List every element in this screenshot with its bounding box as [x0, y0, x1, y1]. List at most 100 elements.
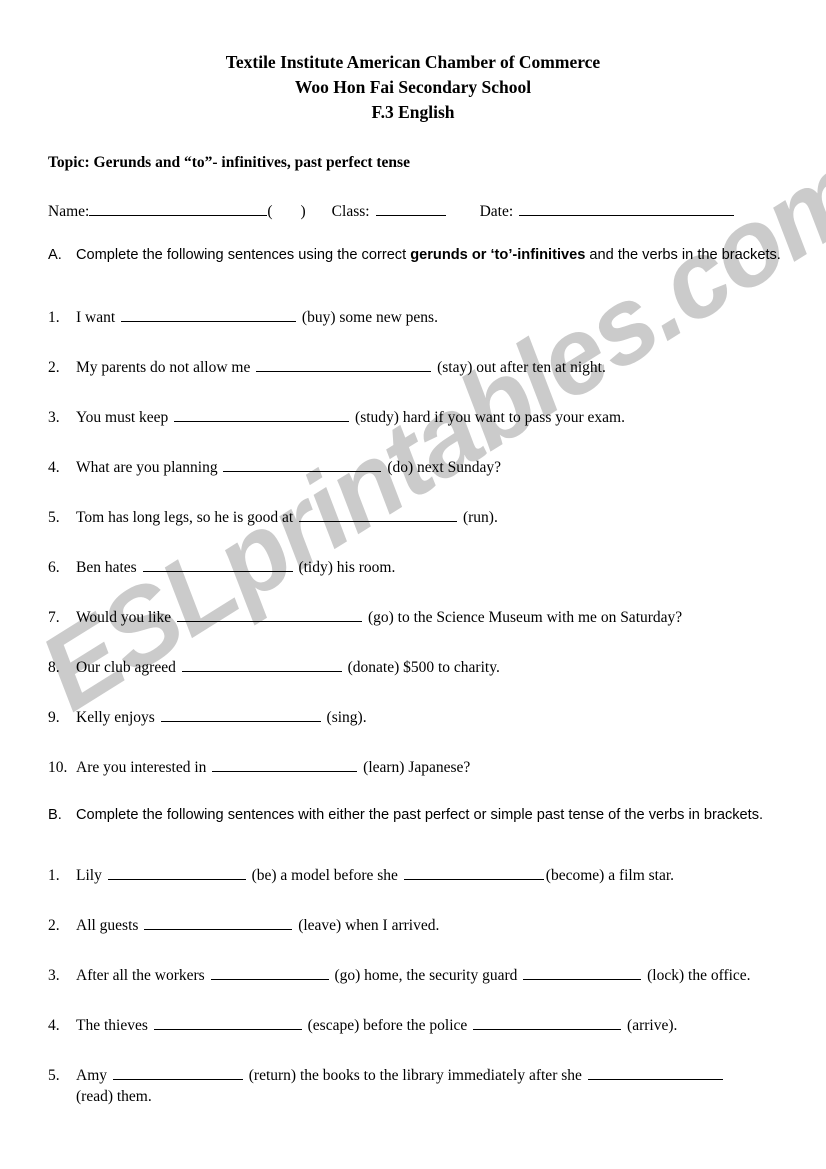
question-text-before-blank: Ben hates: [76, 559, 141, 576]
question-number: 6.: [48, 559, 60, 576]
answer-blank-2[interactable]: [473, 1015, 622, 1030]
question-text-before-blank: Our club agreed: [76, 659, 180, 676]
question-text-before-blank: Would you like: [76, 609, 176, 626]
answer-blank-1[interactable]: [299, 507, 458, 522]
question-number: 5.: [48, 1067, 60, 1084]
question-text-between-blanks: (be) a model before she: [247, 867, 402, 884]
section-marker: B.: [48, 807, 62, 823]
question-text-after-blank: (become) a film star.: [545, 867, 675, 884]
worksheet-content: Textile Institute American Chamber of Co…: [0, 0, 826, 1169]
answer-blank-1[interactable]: [160, 707, 321, 722]
answer-blank-1[interactable]: [212, 757, 358, 772]
question-item: 6. Ben hates (tidy) his room.: [48, 557, 790, 607]
answer-blank-2[interactable]: [403, 865, 544, 880]
question-text-between-blanks: (go) home, the security guard: [330, 967, 522, 984]
instruction-text-part-2: and the verbs in the brackets.: [585, 247, 781, 263]
section-a-instruction: A. Complete the following sentences using…: [48, 246, 788, 266]
question-text: Amy (return) the books to the library im…: [76, 1065, 790, 1107]
question-item: 8. Our club agreed (donate) $500 to chari…: [48, 657, 790, 707]
class-input-blank[interactable]: [375, 201, 446, 216]
question-text-after-blank: (tidy) his room.: [294, 559, 396, 576]
answer-blank-1[interactable]: [121, 307, 297, 322]
question-text-before-blank: What are you planning: [76, 459, 222, 476]
answer-blank-1[interactable]: [107, 865, 246, 880]
question-item: 4. The thieves (escape) before the police…: [48, 1015, 790, 1065]
section-instruction-text: Complete the following sentences with ei…: [76, 806, 788, 826]
question-text-before-blank: My parents do not allow me: [76, 359, 255, 376]
question-list: 1. I want (buy) some new pens. 2. My parent…: [48, 307, 790, 807]
question-text-before-blank: Tom has long legs, so he is good at: [76, 509, 298, 526]
question-text-before-blank: Amy: [76, 1067, 111, 1084]
question-number: 4.: [48, 1017, 60, 1034]
question-text-between-blanks: (return) the books to the library immedi…: [244, 1067, 586, 1084]
question-list: 1. Lily (be) a model before she (become) …: [48, 865, 790, 1115]
answer-blank-1[interactable]: [223, 457, 382, 472]
section-b-instruction: B. Complete the following sentences with …: [48, 806, 788, 826]
answer-blank-1[interactable]: [177, 607, 363, 622]
name-label: Name:: [48, 203, 90, 220]
question-number: 9.: [48, 709, 60, 726]
answer-blank-1[interactable]: [153, 1015, 302, 1030]
answer-blank-1[interactable]: [210, 965, 329, 980]
question-item: 10. Are you interested in (learn) Japanes…: [48, 757, 790, 807]
question-item: 9. Kelly enjoys (sing).: [48, 707, 790, 757]
date-input-blank[interactable]: [519, 201, 735, 216]
question-text: What are you planning (do) next Sunday?: [76, 457, 790, 478]
question-text-before-blank: Kelly enjoys: [76, 709, 159, 726]
instruction-text-part-1: Complete the following sentences with ei…: [76, 807, 764, 823]
section-instruction-text: Complete the following sentences using t…: [76, 246, 788, 266]
question-text: Would you like (go) to the Science Museu…: [76, 607, 790, 628]
question-item: 3. After all the workers (go) home, the s…: [48, 965, 790, 1015]
question-item: 7. Would you like (go) to the Science Mus…: [48, 607, 790, 657]
question-number: 10.: [48, 759, 68, 776]
question-text-before-blank: You must keep: [76, 409, 173, 426]
question-number: 7.: [48, 609, 60, 626]
question-text-after-blank: (study) hard if you want to pass your ex…: [351, 409, 625, 426]
answer-blank-1[interactable]: [142, 557, 293, 572]
question-text: My parents do not allow me (stay) out af…: [76, 357, 790, 378]
answer-blank-2[interactable]: [587, 1065, 723, 1080]
question-text-before-blank: I want: [76, 309, 120, 326]
answer-blank-1[interactable]: [144, 915, 293, 930]
instruction-text-part-1: Complete the following sentences using t…: [76, 247, 411, 263]
question-item: 4. What are you planning (do) next Sunday…: [48, 457, 790, 507]
question-text: After all the workers (go) home, the sec…: [76, 965, 790, 986]
name-input-blank[interactable]: [89, 201, 268, 216]
question-text: I want (buy) some new pens.: [76, 307, 790, 328]
name-open-paren: (: [267, 203, 273, 220]
question-number: 1.: [48, 867, 60, 884]
answer-blank-2[interactable]: [523, 965, 642, 980]
question-text-after-blank: (do) next Sunday?: [383, 459, 501, 476]
question-item: 1. Lily (be) a model before she (become) …: [48, 865, 790, 915]
topic-line: Topic: Gerunds and “to”- infinitives, pa…: [48, 154, 410, 171]
answer-blank-1[interactable]: [112, 1065, 243, 1080]
question-text-after-blank: (go) to the Science Museum with me on Sa…: [364, 609, 683, 626]
question-number: 2.: [48, 917, 60, 934]
question-text-after-blank: (stay) out after ten at night.: [433, 359, 606, 376]
date-label: Date:: [479, 203, 514, 220]
name-close-paren: ): [300, 203, 306, 220]
question-text: Tom has long legs, so he is good at (run…: [76, 507, 790, 528]
school-organization-title: Textile Institute American Chamber of Co…: [225, 52, 601, 72]
question-item: 5. Tom has long legs, so he is good at (r…: [48, 507, 790, 557]
question-text: All guests (leave) when I arrived.: [76, 915, 790, 936]
question-text: Our club agreed (donate) $500 to charity…: [76, 657, 790, 678]
question-text-after-blank: (learn) Japanese?: [359, 759, 471, 776]
question-number: 5.: [48, 509, 60, 526]
question-text-before-blank: After all the workers: [76, 967, 209, 984]
question-item: 2. My parents do not allow me (stay) out …: [48, 357, 790, 407]
subject-title: F.3 English: [371, 102, 455, 122]
instruction-emphasis: gerunds or ‘to’-infinitives: [410, 247, 586, 263]
question-number: 8.: [48, 659, 60, 676]
section-marker: A.: [48, 247, 62, 263]
question-number: 4.: [48, 459, 60, 476]
question-text: Kelly enjoys (sing).: [76, 707, 790, 728]
question-item: 1. I want (buy) some new pens.: [48, 307, 790, 357]
question-text-before-blank: The thieves: [76, 1017, 152, 1034]
question-number: 3.: [48, 967, 60, 984]
answer-blank-1[interactable]: [181, 657, 342, 672]
question-text-after-blank: (run).: [459, 509, 498, 526]
answer-blank-1[interactable]: [174, 407, 350, 422]
answer-blank-1[interactable]: [256, 357, 432, 372]
question-text-before-blank: Are you interested in: [76, 759, 211, 776]
